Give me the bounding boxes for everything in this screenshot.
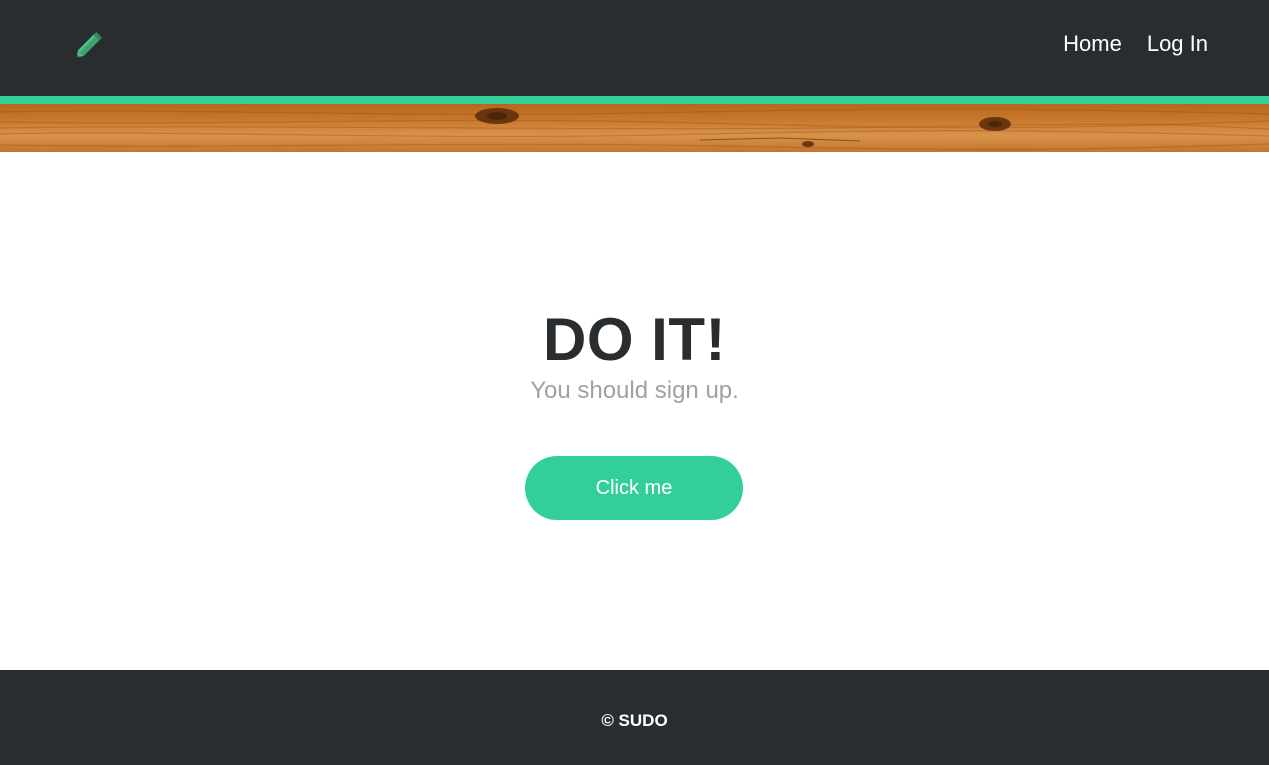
hero-subtitle: You should sign up. — [530, 377, 739, 404]
top-navbar: Home Log In — [0, 0, 1269, 96]
footer: © SUDO — [0, 670, 1269, 765]
click-me-button[interactable]: Click me — [525, 456, 743, 520]
pencil-icon[interactable] — [72, 27, 108, 61]
nav-home-link[interactable]: Home — [1063, 30, 1122, 58]
footer-copyright: © SUDO — [601, 711, 668, 730]
hero-section: DO IT! You should sign up. Click me — [0, 152, 1269, 670]
nav-login-link[interactable]: Log In — [1147, 30, 1208, 58]
wood-banner-image — [0, 104, 1269, 152]
accent-divider — [0, 96, 1269, 104]
hero-title: DO IT! — [543, 306, 726, 373]
main-nav: Home Log In — [1063, 30, 1208, 58]
